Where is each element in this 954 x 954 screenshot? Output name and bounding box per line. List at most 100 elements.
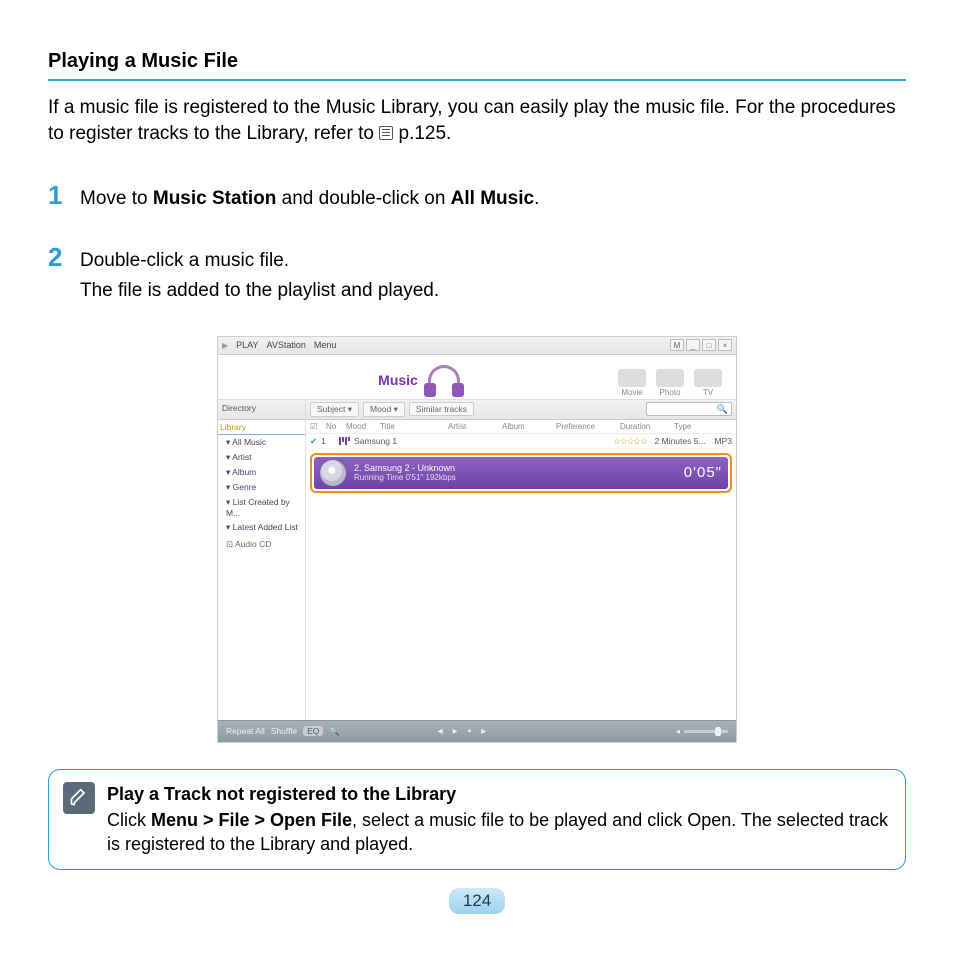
note-menu-path: Menu > File > Open File (151, 810, 352, 830)
note-title: Play a Track not registered to the Libra… (107, 782, 891, 806)
headphones-icon (424, 363, 464, 397)
step1-bold-station: Music Station (153, 188, 277, 209)
mood-bar-icon (339, 437, 350, 445)
window-close-button[interactable]: × (718, 339, 732, 351)
note-box: Play a Track not registered to the Libra… (48, 769, 906, 870)
sidebar-item-artist[interactable]: ▾ Artist (218, 450, 305, 465)
intro-text: If a music file is registered to the Mus… (48, 97, 896, 144)
now-playing-sub: Running Time 0'51" 192kbps (354, 473, 456, 483)
titlebar-menu[interactable]: Menu (314, 340, 337, 350)
main-area: ☑ No Mood Title Artist Album Preference … (306, 420, 736, 720)
sidebar-item-genre[interactable]: ▾ Genre (218, 480, 305, 495)
sidebar-item-label: List Created by M... (226, 497, 290, 518)
brand-music-label: Music (378, 372, 418, 388)
sidebar-item-label: All Music (232, 437, 266, 447)
col-no[interactable]: No (326, 422, 342, 431)
search-icon: 🔍 (717, 404, 728, 415)
filter-subject[interactable]: Subject ▾ (310, 402, 359, 417)
preference-stars[interactable]: ☆☆☆☆☆ (613, 436, 646, 447)
sidebar-item-label: Artist (232, 452, 251, 462)
sidebar-item-list-created[interactable]: ▾ List Created by M... (218, 495, 305, 520)
now-playing-bar[interactable]: 2. Samsung 2 - Unknown Running Time 0'51… (314, 457, 728, 489)
check-icon[interactable]: ✔ (310, 436, 317, 447)
section-heading: Playing a Music File (48, 50, 906, 81)
tab-photo[interactable]: Photo (652, 369, 688, 397)
sidebar-item-label: Genre (233, 482, 257, 492)
shuffle-button[interactable]: Shuffle (271, 726, 297, 736)
step2-line2: The file is added to the playlist and pl… (80, 277, 439, 306)
sidebar-item-label: Audio CD (235, 539, 271, 549)
volume-slider[interactable] (684, 730, 728, 733)
step-number: 1 (48, 182, 70, 208)
step2-line1: Double-click a music file. (80, 247, 439, 276)
track-type: MP3 (715, 436, 732, 446)
titlebar-avstation: AVStation (267, 340, 306, 350)
repeat-button[interactable]: Repeat All (226, 726, 265, 736)
toolbar: Directory Subject ▾ Mood ▾ Similar track… (218, 399, 736, 420)
volume-icon[interactable]: ◂ (676, 726, 680, 737)
track-duration: 2 Minutes 5... (655, 436, 711, 446)
note-pencil-icon (63, 782, 95, 814)
tab-tv-label: TV (703, 388, 713, 397)
filter-similar-tracks[interactable]: Similar tracks (409, 402, 474, 416)
col-duration[interactable]: Duration (620, 422, 670, 431)
intro-ref: p.125. (399, 123, 452, 144)
track-no: 1 (321, 436, 335, 446)
search-input[interactable]: 🔍 (646, 402, 732, 416)
tab-movie[interactable]: Movie (614, 369, 650, 397)
step1-bold-allmusic: All Music (451, 188, 534, 209)
note-text-a: Click (107, 810, 151, 830)
playback-bar: Repeat All Shuffle EQ 🔍 ◂ ▸ ▪ ▸ ◂ (218, 720, 736, 742)
brand-bar: Music Movie Photo TV (218, 355, 736, 399)
col-artist[interactable]: Artist (448, 422, 498, 431)
column-headers: ☑ No Mood Title Artist Album Preference … (306, 420, 736, 434)
titlebar: ▶ PLAY AVStation Menu M _ □ × (218, 337, 736, 355)
eq-button[interactable]: EQ (303, 726, 323, 736)
prev-button[interactable]: ◂ (438, 726, 443, 737)
step1-text-a: Move to (80, 188, 153, 209)
note-text: Click Menu > File > Open File, select a … (107, 808, 891, 857)
col-type[interactable]: Type (674, 422, 702, 431)
play-button[interactable]: ▸ (453, 726, 458, 737)
magnify-icon[interactable]: 🔍 (329, 726, 340, 737)
tab-tv[interactable]: TV (690, 369, 726, 397)
sidebar-item-latest[interactable]: ▾ Latest Added List (218, 520, 305, 535)
directory-label: Directory (218, 400, 306, 419)
now-playing-title: 2. Samsung 2 - Unknown (354, 463, 456, 474)
window-mode-button[interactable]: M (670, 339, 684, 351)
col-preference[interactable]: Preference (556, 422, 616, 431)
page-ref-icon (379, 126, 393, 140)
step1-text-e: . (534, 188, 539, 209)
sidebar-audio-cd[interactable]: ⊡ Audio CD (218, 537, 305, 552)
step-number: 2 (48, 244, 70, 270)
col-title[interactable]: Title (380, 422, 444, 431)
sidebar-item-all-music[interactable]: ▾ All Music (218, 435, 305, 450)
tab-photo-label: Photo (660, 388, 681, 397)
stop-button[interactable]: ▪ (468, 726, 472, 737)
play-triangle-icon: ▶ (222, 341, 228, 350)
highlight-annotation: 2. Samsung 2 - Unknown Running Time 0'51… (310, 453, 732, 493)
step-1: 1 Move to Music Station and double-click… (48, 182, 906, 216)
page-number: 124 (449, 888, 505, 914)
avstation-window: ▶ PLAY AVStation Menu M _ □ × Music Movi… (217, 336, 737, 743)
next-button[interactable]: ▸ (481, 726, 486, 737)
titlebar-play: PLAY (236, 340, 258, 350)
col-album[interactable]: Album (502, 422, 552, 431)
sidebar-item-label: Latest Added List (233, 522, 298, 532)
sidebar-item-album[interactable]: ▾ Album (218, 465, 305, 480)
filter-mood[interactable]: Mood ▾ (363, 402, 405, 417)
track-title: Samsung 1 (354, 436, 418, 446)
window-minimize-button[interactable]: _ (686, 339, 700, 351)
intro-paragraph: If a music file is registered to the Mus… (48, 95, 906, 146)
window-maximize-button[interactable]: □ (702, 339, 716, 351)
sidebar-item-label: Album (232, 467, 256, 477)
step1-text-c: and double-click on (276, 188, 450, 209)
sidebar: Library ▾ All Music ▾ Artist ▾ Album ▾ G… (218, 420, 306, 720)
sidebar-library[interactable]: Library (218, 420, 305, 435)
disc-icon (320, 460, 346, 486)
col-mood[interactable]: Mood (346, 422, 376, 431)
table-row[interactable]: ✔ 1 Samsung 1 ☆☆☆☆☆ 2 Minutes 5... MP3 (306, 434, 736, 449)
col-check[interactable]: ☑ (310, 422, 322, 431)
tab-movie-label: Movie (621, 388, 642, 397)
step-2: 2 Double-click a music file. The file is… (48, 244, 906, 308)
